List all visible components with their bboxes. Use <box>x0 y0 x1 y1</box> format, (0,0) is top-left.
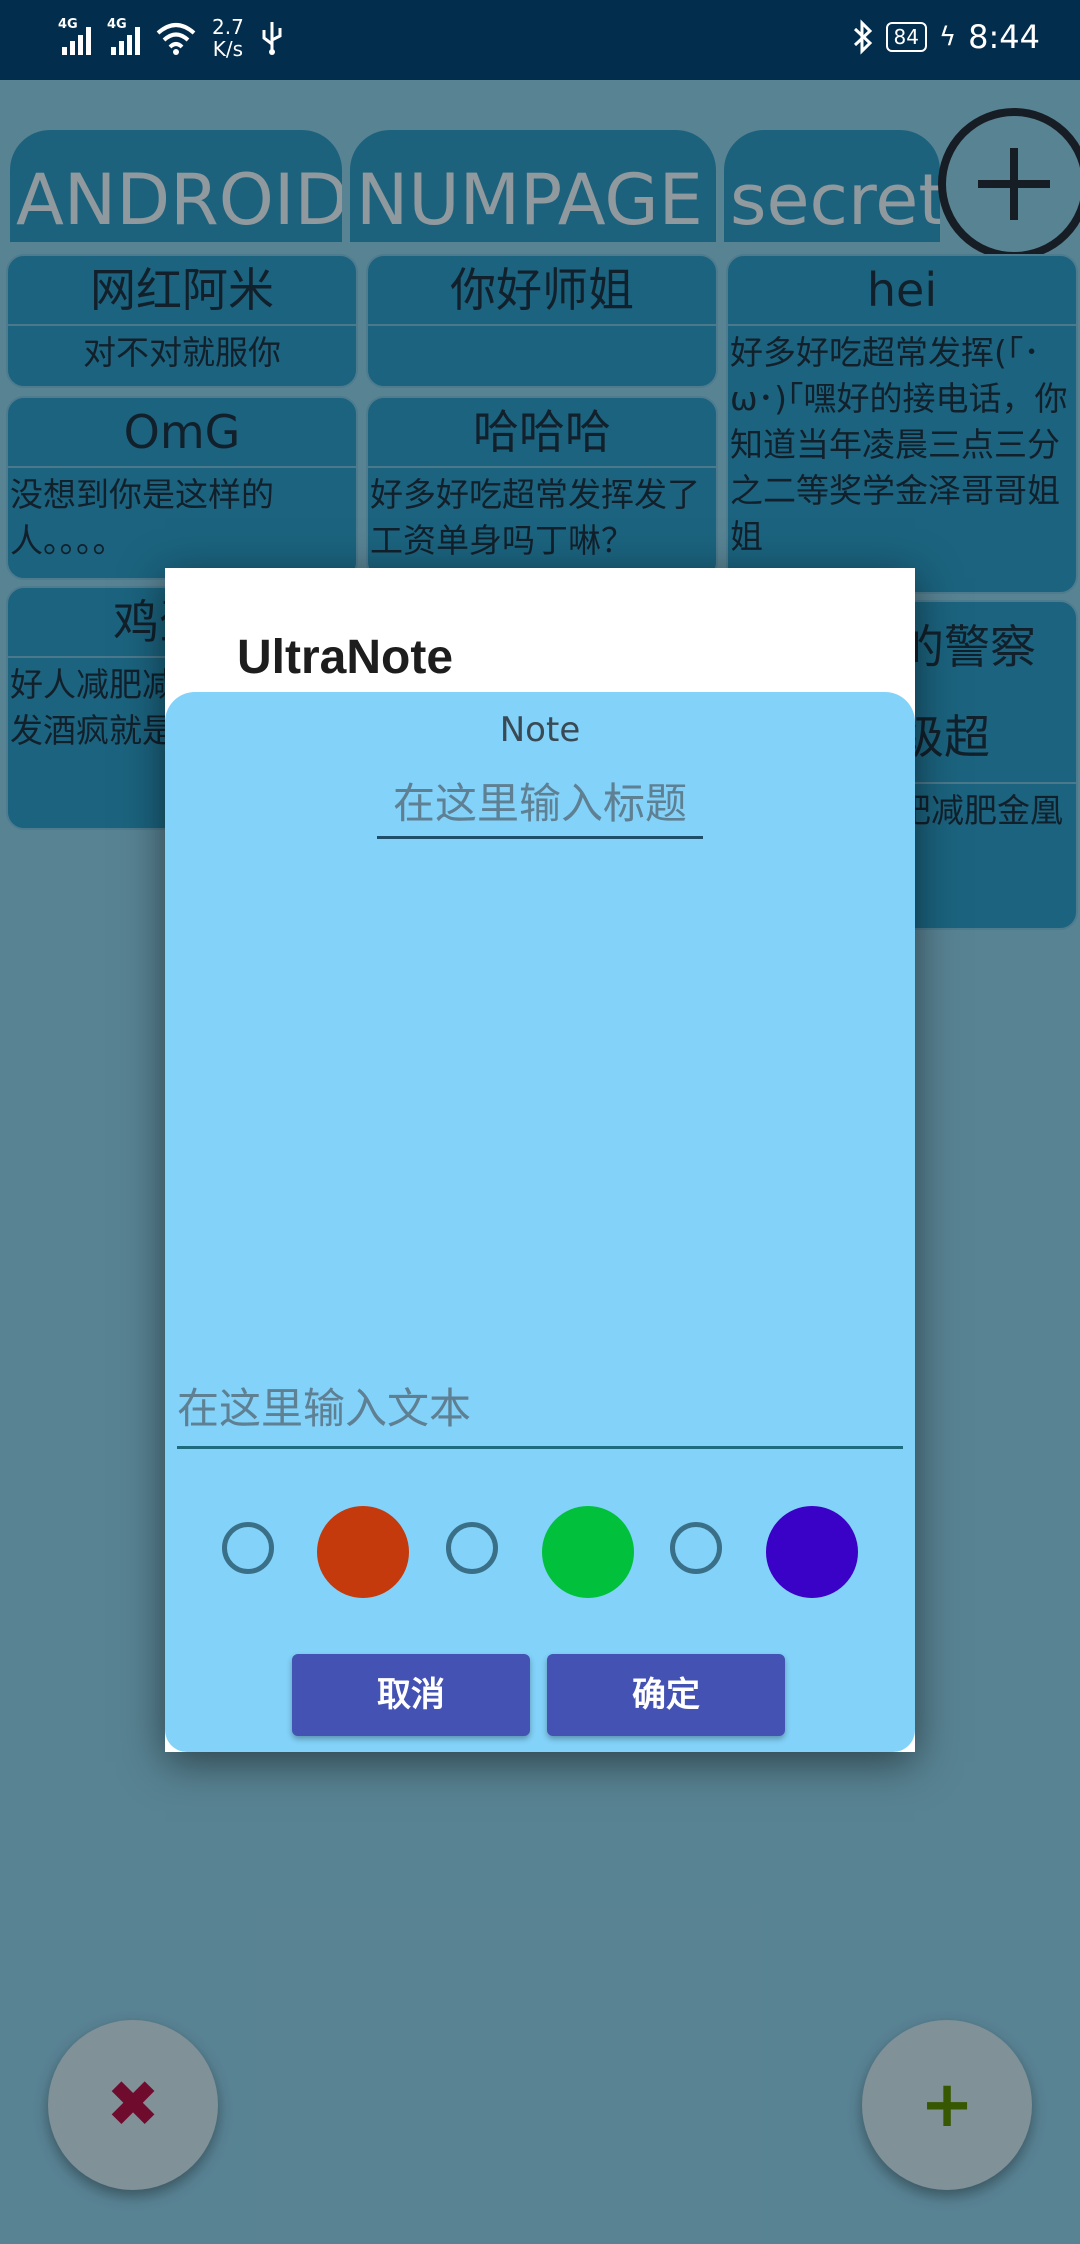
charging-icon: ϟ <box>938 22 957 52</box>
note-section-label: Note <box>499 710 581 750</box>
color-swatch-blue[interactable] <box>766 1506 858 1598</box>
dialog-title: UltraNote <box>237 631 454 684</box>
wifi-icon <box>156 23 196 55</box>
battery-indicator: 84 <box>885 22 927 52</box>
color-radio-3[interactable] <box>670 1522 722 1574</box>
title-input[interactable]: 在这里输入标题 <box>377 772 703 839</box>
network-type-2: 4G <box>107 17 127 32</box>
clock: 8:44 <box>968 18 1040 56</box>
speed-unit: K/s <box>212 37 244 61</box>
status-bar: 4G 4G 2.7 K/s 84 ϟ 8:44 <box>0 0 1080 80</box>
network-speed: 2.7 K/s <box>212 16 244 60</box>
signal-icon: 4G <box>58 17 91 55</box>
dialog-content: Note 在这里输入标题 在这里输入文本 取消 确定 <box>165 692 915 1752</box>
usb-icon <box>262 22 282 55</box>
new-note-dialog: UltraNote Note 在这里输入标题 在这里输入文本 取消 确定 <box>165 568 915 1752</box>
color-swatch-red[interactable] <box>317 1506 409 1598</box>
speed-value: 2.7 <box>212 15 244 39</box>
color-radio-2[interactable] <box>446 1522 498 1574</box>
confirm-button[interactable]: 确定 <box>547 1654 785 1736</box>
signal-icon-2: 4G <box>107 17 140 55</box>
text-input[interactable]: 在这里输入文本 <box>177 1372 903 1449</box>
bluetooth-icon <box>853 19 872 55</box>
cancel-button[interactable]: 取消 <box>292 1654 530 1736</box>
color-radio-1[interactable] <box>222 1522 274 1574</box>
network-type: 4G <box>58 17 78 32</box>
color-swatch-green[interactable] <box>542 1506 634 1598</box>
